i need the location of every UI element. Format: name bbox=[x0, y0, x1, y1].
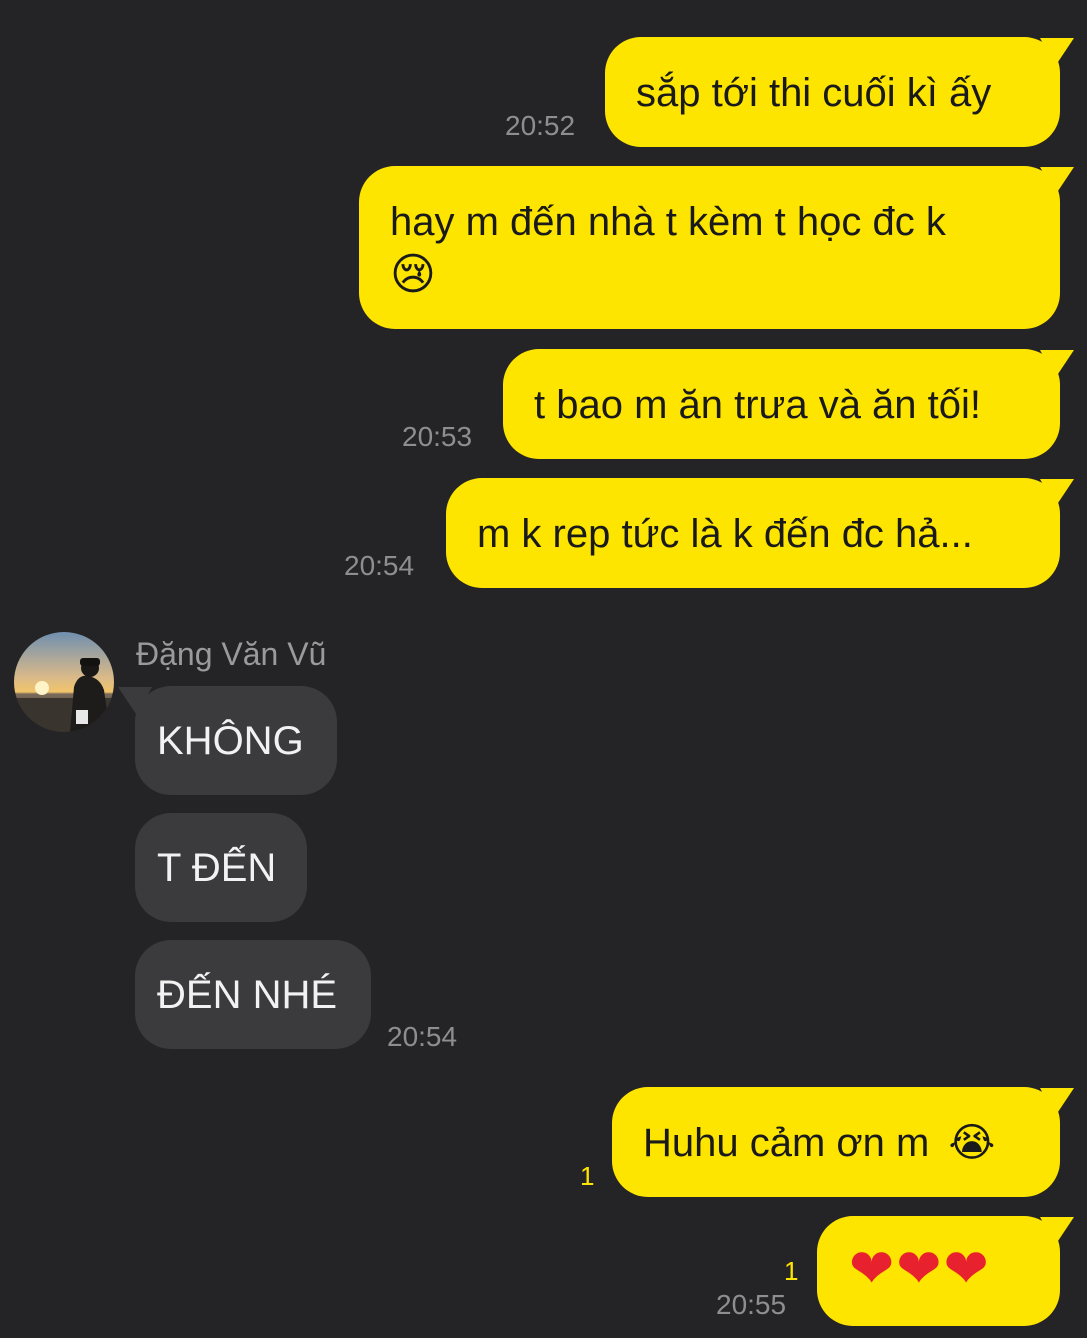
message-text: KHÔNG bbox=[157, 719, 304, 763]
heart-emoji: ❤ bbox=[849, 1239, 895, 1299]
outgoing-message[interactable]: hay m đến nhà t kèm t học đc k 😢 bbox=[359, 166, 1060, 329]
message-text: t bao m ăn trưa và ăn tối! bbox=[534, 383, 982, 427]
timestamp: 20:52 bbox=[505, 110, 576, 141]
incoming-message[interactable]: KHÔNG bbox=[135, 686, 337, 795]
outgoing-message[interactable]: m k rep tức là k đến đc hả... bbox=[446, 478, 1060, 588]
outgoing-message[interactable]: ❤❤❤ bbox=[817, 1216, 1060, 1326]
outgoing-message[interactable]: t bao m ăn trưa và ăn tối! bbox=[503, 349, 1060, 459]
avatar[interactable] bbox=[14, 632, 114, 732]
timestamp: 20:54 bbox=[344, 550, 415, 581]
unread-count: 1 bbox=[784, 1256, 799, 1286]
message-text: m k rep tức là k đến đc hả... bbox=[477, 512, 973, 556]
heart-emoji: ❤ bbox=[896, 1239, 942, 1299]
timestamp: 20:55 bbox=[716, 1289, 787, 1320]
outgoing-message[interactable]: Huhu cảm ơn m 😭 bbox=[612, 1087, 1060, 1197]
message-text: ĐẾN NHÉ bbox=[157, 973, 338, 1017]
sender-name: Đặng Văn Vũ bbox=[136, 636, 327, 672]
profile-photo-icon bbox=[14, 632, 114, 732]
message-text: T ĐẾN bbox=[157, 846, 277, 890]
loudly-crying-face-emoji: 😭 bbox=[948, 1120, 996, 1166]
incoming-message[interactable]: T ĐẾN bbox=[135, 813, 307, 922]
timestamp: 20:53 bbox=[402, 421, 473, 452]
message-text: hay m đến nhà t kèm t học đc k bbox=[390, 200, 946, 244]
incoming-message[interactable]: ĐẾN NHÉ bbox=[135, 940, 371, 1049]
outgoing-message[interactable]: sắp tới thi cuối kì ấy bbox=[605, 37, 1060, 147]
message-text: Huhu cảm ơn m bbox=[643, 1121, 930, 1165]
message-text: sắp tới thi cuối kì ấy bbox=[636, 71, 992, 115]
heart-emoji: ❤ bbox=[943, 1239, 989, 1299]
crying-face-emoji: 😢 bbox=[390, 249, 436, 300]
timestamp: 20:54 bbox=[387, 1021, 458, 1052]
unread-count: 1 bbox=[580, 1161, 595, 1191]
